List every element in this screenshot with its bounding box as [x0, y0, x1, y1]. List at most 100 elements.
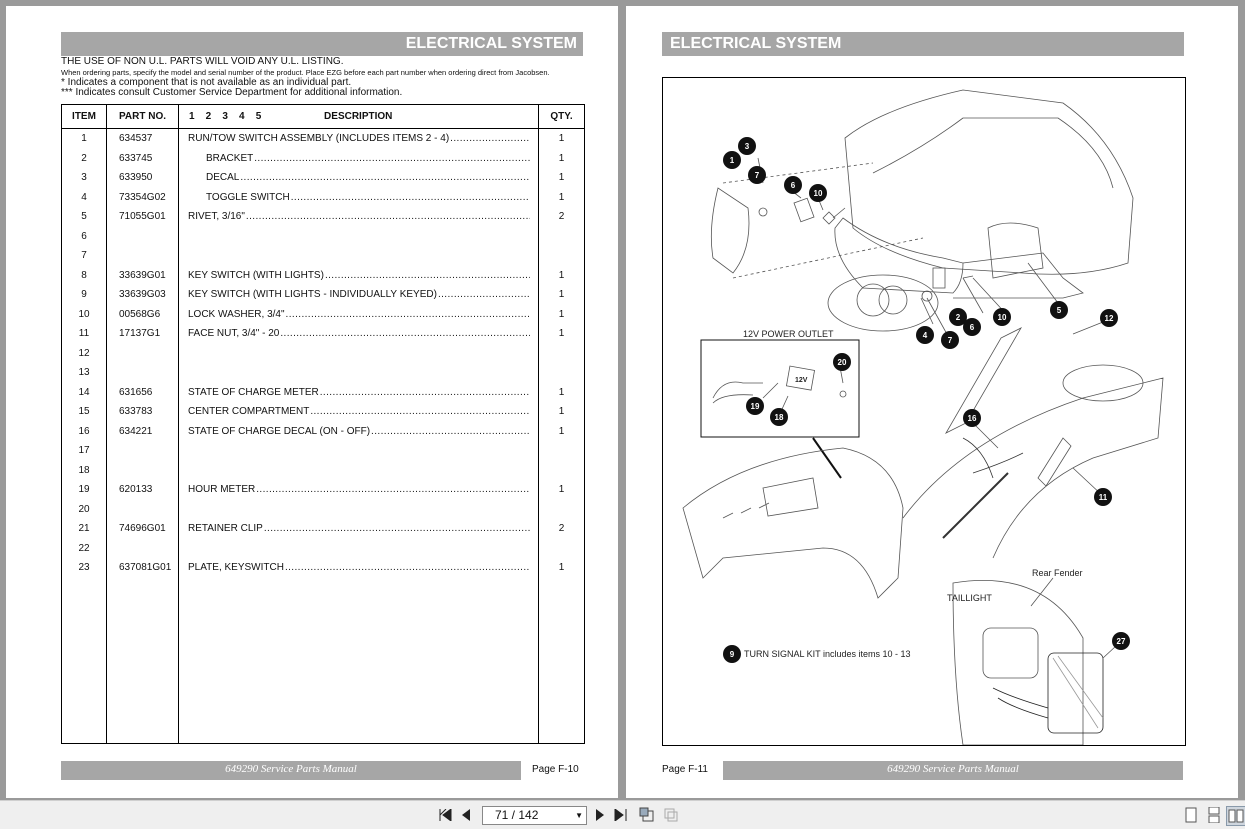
row-quantity: 1 [538, 382, 585, 402]
table-row: 20 [61, 499, 585, 519]
leader-dots [310, 406, 530, 417]
row-item-number: 11 [61, 324, 107, 344]
row-description-cell [178, 226, 539, 246]
facing-pages-view-icon[interactable] [1226, 806, 1245, 826]
page-number-field[interactable]: 71 / 142 ▼ [482, 806, 587, 825]
row-part-number: 74696G01 [106, 519, 179, 539]
row-description-cell: HOUR METER [178, 480, 539, 500]
parts-notes: THE USE OF NON U.L. PARTS WILL VOID ANY … [61, 56, 550, 99]
row-item-number: 21 [61, 519, 107, 539]
right-page: ELECTRICAL SYSTEM 1 3 7 6 10 2 4 7 6 10 … [626, 6, 1238, 798]
table-row: 23637081G01 PLATE, KEYSWITCH 1 [61, 558, 585, 578]
row-item-number: 14 [61, 382, 107, 402]
chevron-down-icon[interactable]: ▼ [575, 807, 583, 824]
col-part-no: PART NO. [106, 104, 179, 129]
rear-fender-shape [952, 579, 1084, 746]
row-quantity [538, 460, 585, 480]
row-description-cell [178, 441, 539, 461]
row-part-number [106, 538, 179, 558]
row-part-number [106, 460, 179, 480]
row-quantity [538, 226, 585, 246]
col-qty: QTY. [538, 104, 585, 129]
row-part-number: 634221 [106, 421, 179, 441]
electrical-diagram-svg: 1 3 7 6 10 2 4 7 6 10 5 12 20 19 18 16 11 27 12V POWER OU… [682, 89, 1164, 746]
row-description: RUN/TOW SWITCH ASSEMBLY (INCLUDES ITEMS … [188, 133, 450, 145]
row-description-cell: LOCK WASHER, 3/4" [178, 304, 539, 324]
single-page-view-icon[interactable] [1183, 806, 1199, 824]
next-page-icon[interactable] [592, 806, 608, 824]
row-description-wrap: BRACKET [179, 153, 538, 164]
table-row: 15633783 CENTER COMPARTMENT 1 [61, 402, 585, 422]
row-quantity: 2 [538, 207, 585, 227]
leader-dots [246, 211, 530, 222]
row-description-cell: RETAINER CLIP [178, 519, 539, 539]
turn-signal-label: TURN SIGNAL KIT includes items 10 - 13 [744, 649, 911, 659]
table-row: 1000568G6 LOCK WASHER, 3/4" 1 [61, 304, 585, 324]
table-row: 14631656 STATE OF CHARGE METER 1 [61, 382, 585, 402]
continuous-view-icon[interactable] [1206, 806, 1222, 824]
left-footer: 649290 Service Parts Manual [61, 761, 521, 780]
row-part-number [106, 226, 179, 246]
row-description-cell: DECAL [178, 168, 539, 188]
row-part-number: 71055G01 [106, 207, 179, 227]
row-description: PLATE, KEYSWITCH [188, 562, 284, 574]
leader-dots [286, 309, 530, 320]
row-description-wrap: CENTER COMPARTMENT [179, 406, 538, 417]
prev-page-icon[interactable] [458, 806, 474, 824]
row-description-wrap: RIVET, 3/16" [179, 211, 538, 222]
callout-number: 7 [755, 171, 760, 180]
row-description-cell: KEY SWITCH (WITH LIGHTS - INDIVIDUALLY K… [178, 285, 539, 305]
first-page-icon[interactable] [436, 806, 454, 824]
row-quantity: 1 [538, 187, 585, 207]
row-quantity: 1 [538, 402, 585, 422]
last-page-icon[interactable] [612, 806, 630, 824]
table-row: 571055G01 RIVET, 3/16" 2 [61, 207, 585, 227]
table-row: 22 [61, 538, 585, 558]
table-row: 7 [61, 246, 585, 266]
row-item-number: 7 [61, 246, 107, 266]
row-description-wrap: LOCK WASHER, 3/4" [179, 309, 538, 320]
copy-icon[interactable] [662, 806, 680, 824]
row-item-number: 18 [61, 460, 107, 480]
row-item-number: 20 [61, 499, 107, 519]
rotate-icon[interactable] [638, 806, 656, 824]
row-quantity [538, 538, 585, 558]
row-part-number [106, 441, 179, 461]
table-row: 12 [61, 343, 585, 363]
callout-number: 2 [956, 313, 961, 322]
row-description-cell: STATE OF CHARGE METER [178, 382, 539, 402]
callout-number: 19 [751, 402, 760, 411]
filler-cell [61, 577, 107, 744]
row-quantity [538, 441, 585, 461]
col-description-label: DESCRIPTION [324, 111, 393, 122]
left-page: ELECTRICAL SYSTEM THE USE OF NON U.L. PA… [6, 6, 618, 798]
row-description-cell: TOGGLE SWITCH [178, 187, 539, 207]
parts-table-header: ITEM PART NO. 1 2 3 4 5 DESCRIPTION QTY. [61, 104, 585, 129]
row-description-wrap: TOGGLE SWITCH [179, 192, 538, 203]
row-description-wrap: STATE OF CHARGE DECAL (ON - OFF) [179, 426, 538, 437]
callout-number: 6 [791, 181, 796, 190]
row-description-cell: FACE NUT, 3/4" - 20 [178, 324, 539, 344]
row-quantity [538, 246, 585, 266]
row-quantity: 1 [538, 285, 585, 305]
row-description: KEY SWITCH (WITH LIGHTS - INDIVIDUALLY K… [188, 289, 437, 301]
row-part-number: 633745 [106, 148, 179, 168]
outlet-badge-label: 12V [795, 377, 808, 384]
row-item-number: 23 [61, 558, 107, 578]
row-description: RIVET, 3/16" [188, 211, 245, 223]
col-levels: 1 2 3 4 5 [189, 111, 262, 122]
row-item-number: 13 [61, 363, 107, 383]
row-description: RETAINER CLIP [188, 523, 263, 535]
filler-cell [178, 577, 539, 744]
row-description-wrap: KEY SWITCH (WITH LIGHTS - INDIVIDUALLY K… [179, 289, 538, 300]
callout-number: 16 [968, 414, 977, 423]
row-quantity [538, 499, 585, 519]
callout-number: 3 [745, 142, 750, 151]
row-description-wrap: STATE OF CHARGE METER [179, 387, 538, 398]
callout-number: 6 [970, 323, 975, 332]
row-quantity: 1 [538, 265, 585, 285]
row-description: TOGGLE SWITCH [206, 191, 290, 203]
filler-cell [106, 577, 179, 744]
row-description-cell: RIVET, 3/16" [178, 207, 539, 227]
row-description-cell: PLATE, KEYSWITCH [178, 558, 539, 578]
